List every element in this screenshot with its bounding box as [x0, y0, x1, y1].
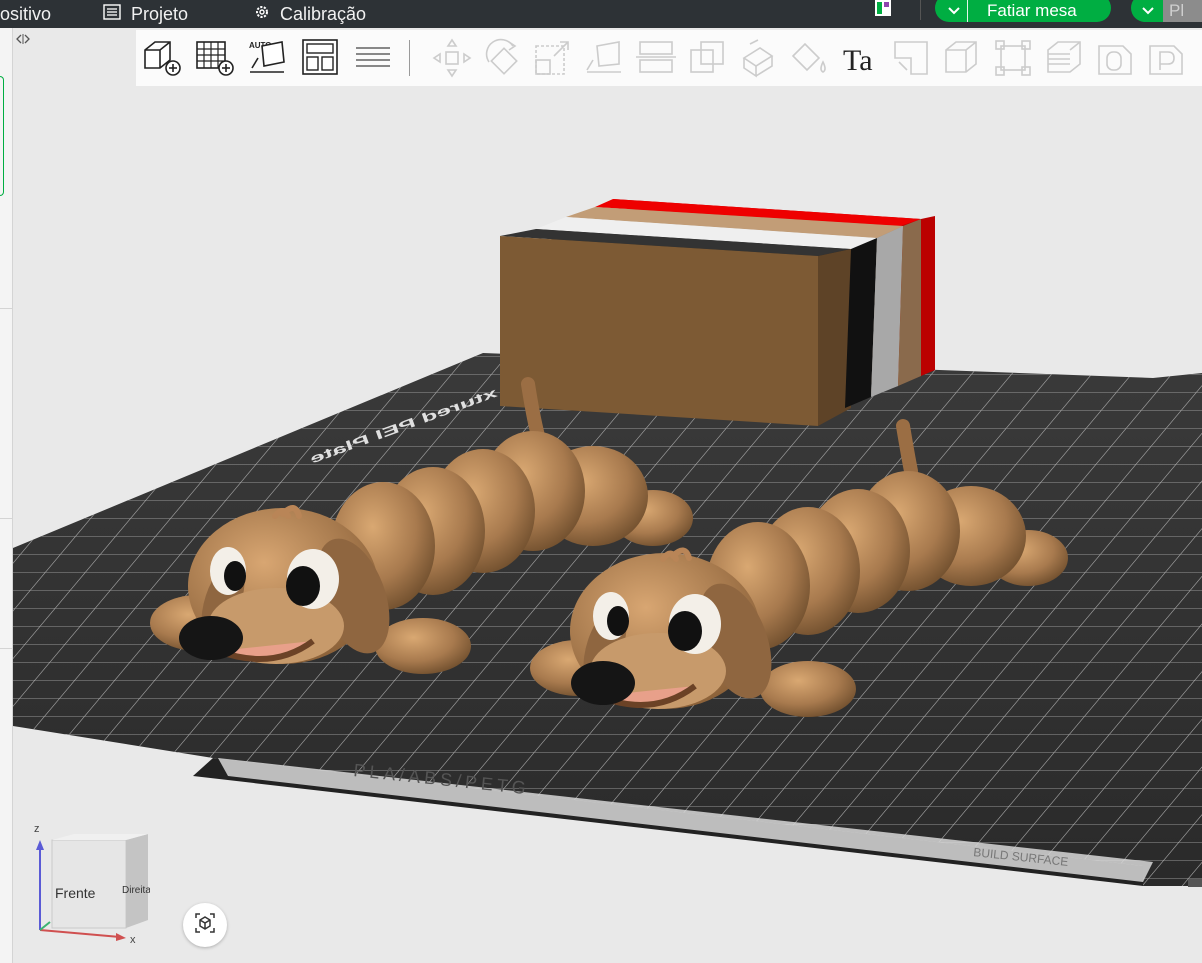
chevron-down-icon[interactable] [1133, 0, 1163, 22]
rotate-icon[interactable] [483, 38, 523, 78]
color-paint-icon[interactable] [789, 38, 829, 78]
print-plate-button[interactable]: Pl [1131, 0, 1202, 22]
slice-plate-label: Fatiar mesa [987, 1, 1077, 20]
collapse-sidebar-icon[interactable] [12, 30, 34, 48]
3d-viewport[interactable]: PLA/ABS/PETG BUILD SURFACE xtured PEI Pl… [13, 86, 1202, 963]
gear-icon [254, 4, 270, 25]
assembly-icon[interactable] [942, 38, 982, 78]
variable-layer-height-icon[interactable] [1044, 38, 1084, 78]
scale-icon[interactable] [534, 38, 574, 78]
chevron-down-icon[interactable] [939, 0, 969, 22]
left-panel [0, 28, 13, 963]
text-tool-glyph: Ta [843, 44, 873, 77]
navcube-right-label: Direita [122, 885, 150, 896]
menu-project[interactable]: Projeto [103, 0, 188, 28]
panel-divider [0, 648, 12, 649]
boolean-icon[interactable] [687, 38, 727, 78]
view-cube-icon [194, 912, 216, 939]
menu-calibration[interactable]: Calibração [254, 0, 366, 28]
toolbar-separator [409, 40, 410, 76]
cut-icon[interactable] [636, 38, 676, 78]
axis-x-label: x [130, 934, 136, 945]
panel-divider [0, 308, 12, 309]
viewport-edge-marker [1188, 879, 1202, 887]
axis-z-label: z [34, 823, 40, 835]
panel-divider [0, 518, 12, 519]
menu-device-label: ositivo [0, 3, 52, 24]
part-icon[interactable] [1146, 38, 1186, 78]
menu-device[interactable]: ositivo [0, 0, 51, 28]
print-plate-label: Pl [1169, 1, 1185, 20]
multi-color-icon[interactable] [873, 0, 893, 18]
seam-icon[interactable] [1095, 38, 1135, 78]
measure-icon[interactable] [891, 38, 931, 78]
add-object-icon[interactable] [142, 38, 182, 78]
pill-divider [967, 0, 968, 22]
layers-list-icon[interactable] [354, 38, 394, 78]
reset-view-button[interactable] [183, 903, 227, 947]
navcube-front-label: Frente [55, 885, 96, 901]
fit-view-icon[interactable] [993, 38, 1033, 78]
navigation-cube[interactable]: Frente Direita z x [30, 820, 151, 946]
top-menu-bar: ositivo Projeto Calibração Fatiar mesa P… [0, 0, 1202, 28]
auto-orient-icon[interactable]: AUTO [248, 38, 288, 78]
list-icon [103, 3, 121, 25]
text-icon[interactable]: Ta [840, 38, 880, 78]
add-plate-icon[interactable] [195, 38, 235, 78]
wipe-tower[interactable] [500, 199, 935, 426]
lay-on-face-icon[interactable] [585, 38, 625, 78]
supports-paint-icon[interactable] [738, 38, 778, 78]
menu-project-label: Projeto [131, 3, 189, 24]
3d-toolbar: AUTO Ta [136, 30, 1202, 86]
toolbar-divider [920, 0, 921, 20]
arrange-icon[interactable] [301, 38, 341, 78]
move-icon[interactable] [432, 38, 472, 78]
slice-plate-button[interactable]: Fatiar mesa [935, 0, 1111, 22]
menu-calibration-label: Calibração [280, 3, 367, 24]
panel-selected-section[interactable] [0, 76, 4, 196]
